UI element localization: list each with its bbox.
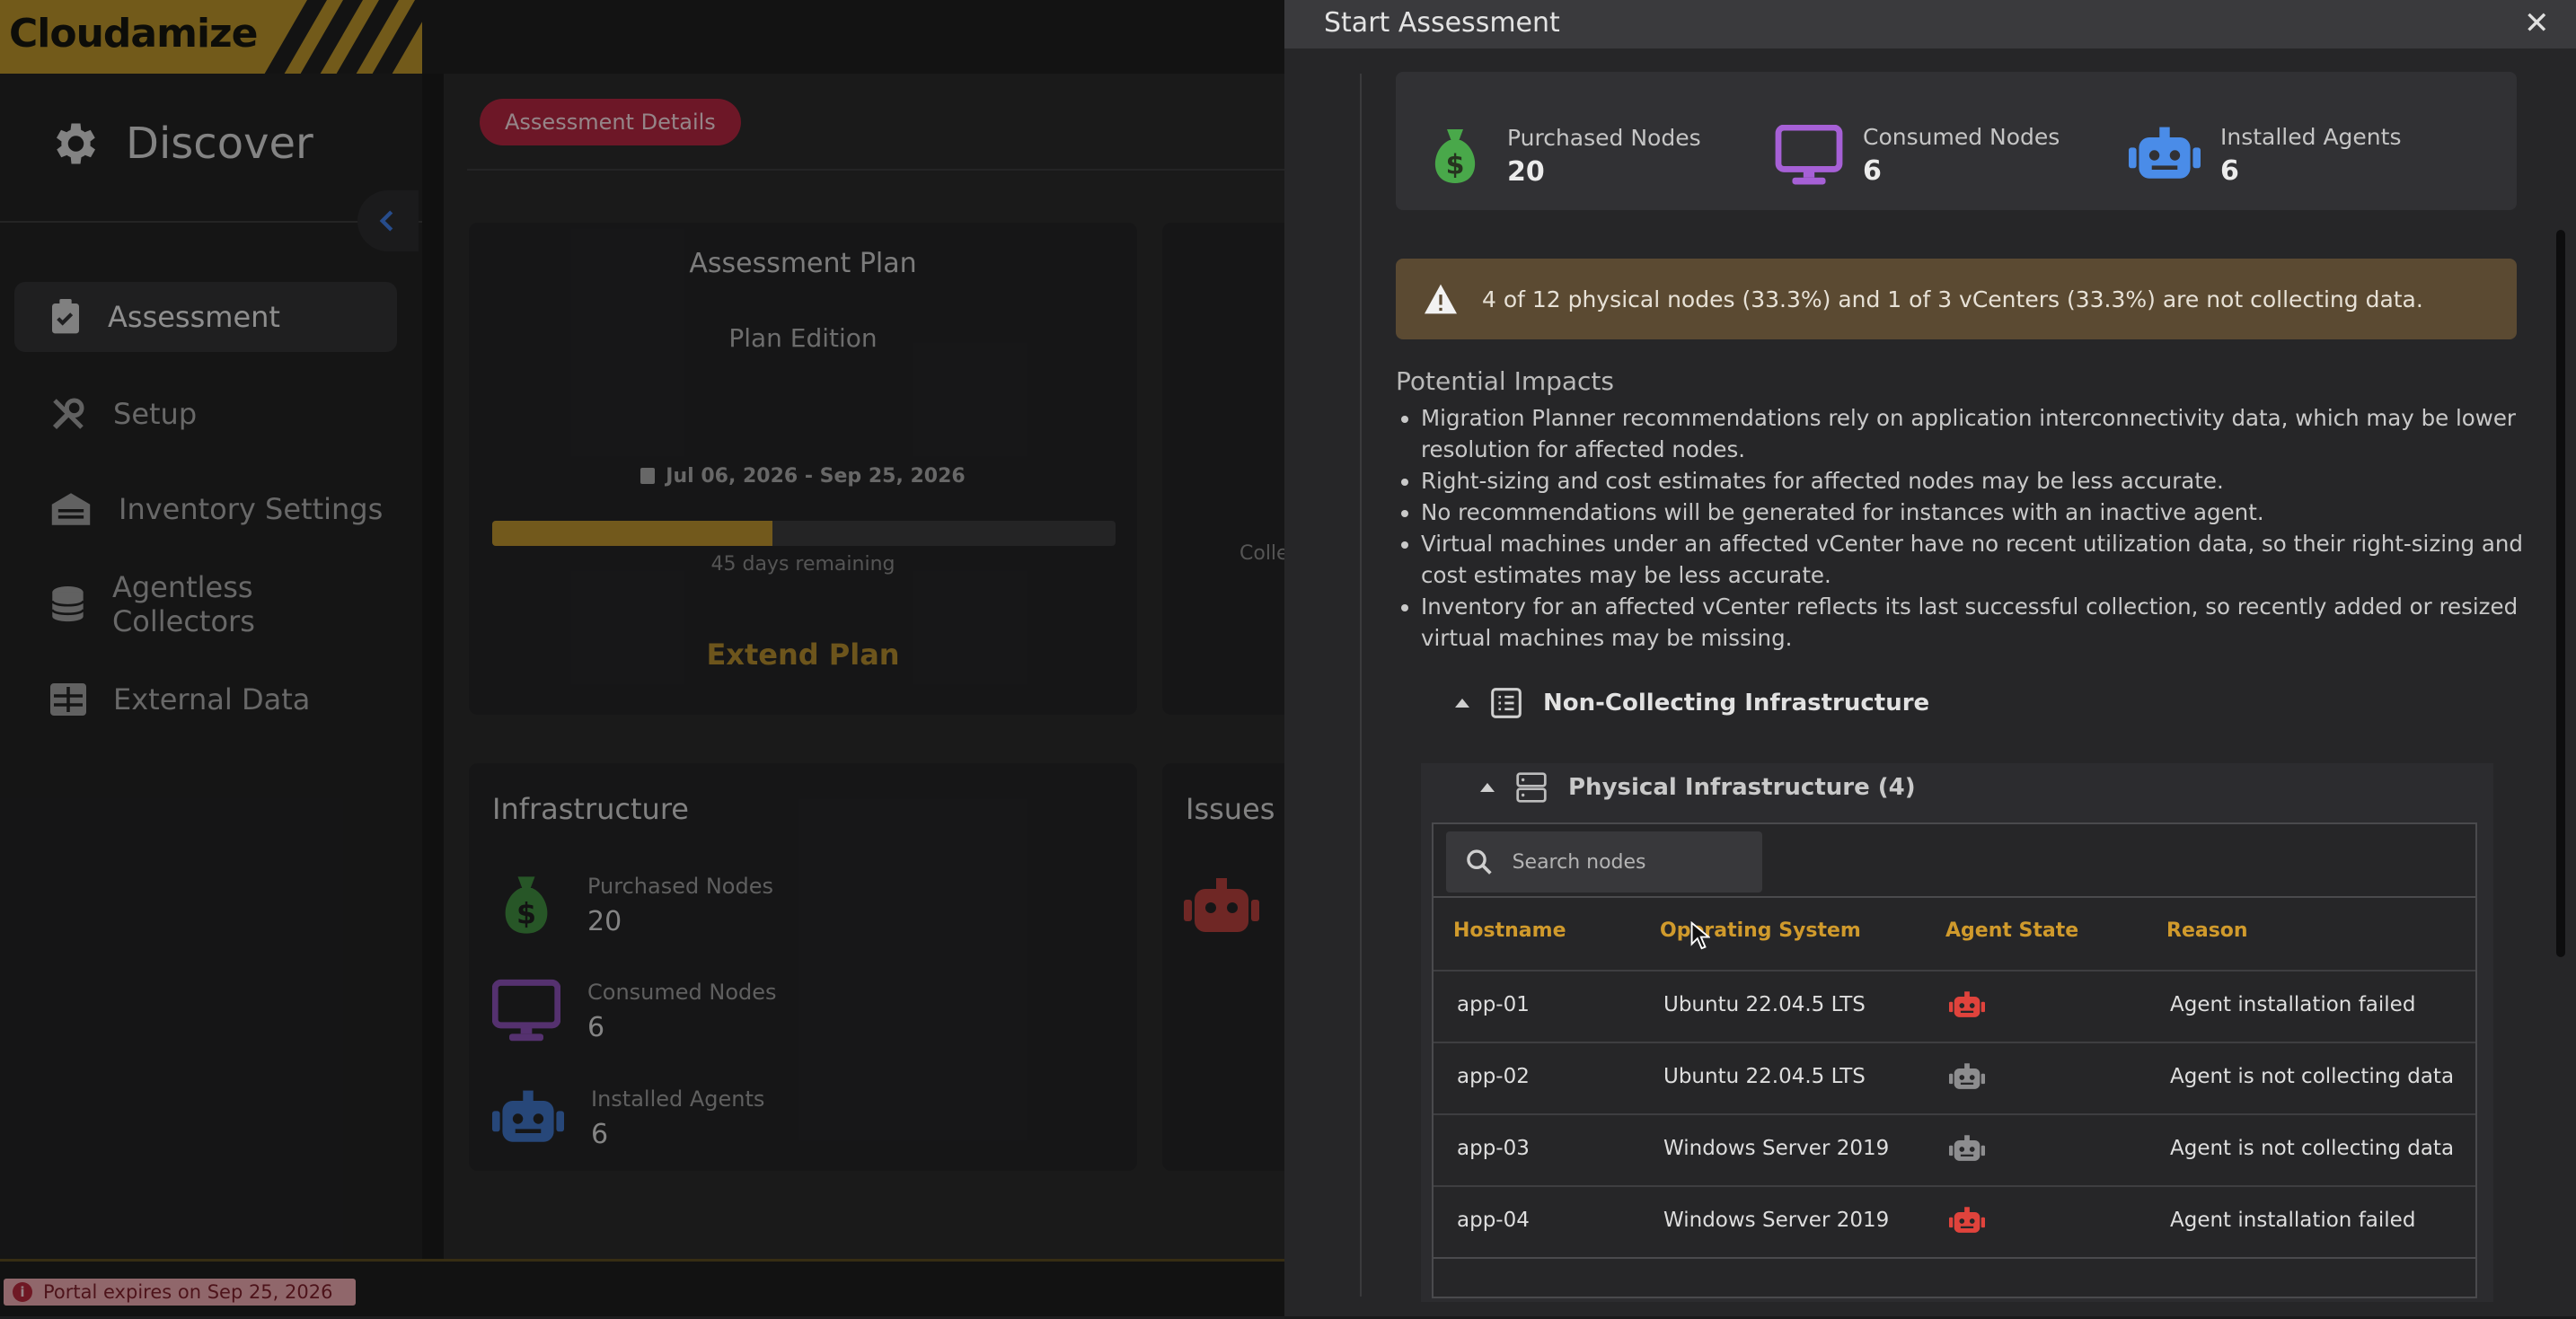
search-nodes-input[interactable] [1510,849,1762,875]
stat-label: Installed Agents [2220,124,2402,150]
non-collecting-toggle[interactable]: Non-Collecting Infrastructure [1455,688,1929,718]
non-collecting-label: Non-Collecting Infrastructure [1543,690,1930,717]
stat-label: Purchased Nodes [1507,125,1701,151]
impact-item: Inventory for an affected vCenter reflec… [1421,591,2545,654]
os-cell: Windows Server 2019 [1663,1209,1890,1232]
reason-cell: Agent installation failed [2170,993,2416,1016]
mouse-cursor-icon [1690,921,1710,950]
physical-infrastructure-toggle[interactable]: Physical Infrastructure (4) [1480,772,1916,803]
column-header-agent-state[interactable]: Agent State [1945,919,2078,942]
robot-icon [1949,1061,1985,1099]
svg-text:$: $ [1446,150,1465,181]
column-header-hostname[interactable]: Hostname [1453,919,1566,942]
caret-up-icon [1480,783,1495,792]
modal-stat-consumed-nodes: Consumed Nodes 6 [1775,124,2060,187]
impact-item: No recommendations will be generated for… [1421,497,2545,528]
reason-cell: Agent is not collecting data [2170,1065,2455,1088]
modal-stat-installed-agents: Installed Agents 6 [2129,124,2401,187]
impacts-list: Migration Planner recommendations rely o… [1396,402,2545,654]
hostname-cell: app-03 [1457,1137,1530,1160]
search-nodes-field[interactable] [1446,831,1762,893]
robot-icon [1949,1133,1985,1171]
impact-item: Virtual machines under an affected vCent… [1421,528,2545,591]
modal-body-border [1360,74,1362,1297]
os-cell: Ubuntu 22.04.5 LTS [1663,1065,1866,1088]
stat-value: 6 [1863,155,1882,187]
os-cell: Ubuntu 22.04.5 LTS [1663,993,1866,1016]
impact-item: Migration Planner recommendations rely o… [1421,402,2545,465]
monitor-icon [1775,125,1843,185]
reason-cell: Agent is not collecting data [2170,1137,2455,1160]
warning-text: 4 of 12 physical nodes (33.3%) and 1 of … [1482,286,2423,312]
caret-up-icon [1455,699,1469,708]
server-icon [1516,772,1547,803]
modal-scrollbar[interactable] [2556,230,2565,957]
modal-stat-purchased-nodes: $ Purchased Nodes 20 [1423,124,1701,189]
robot-icon [1949,989,1985,1027]
stat-value: 6 [2220,155,2239,187]
warning-icon [1425,284,1457,314]
hostname-cell: app-02 [1457,1065,1530,1088]
modal-title: Start Assessment [1324,7,1560,39]
stat-value: 20 [1507,156,1545,188]
stat-label: Consumed Nodes [1863,124,2060,150]
table-row[interactable]: app-01 Ubuntu 22.04.5 LTS Agent installa… [1434,970,2475,1043]
os-cell: Windows Server 2019 [1663,1137,1890,1160]
search-icon [1467,849,1492,875]
close-icon[interactable]: ✕ [2524,5,2550,41]
table-row[interactable]: app-04 Windows Server 2019 Agent install… [1434,1185,2475,1259]
table-row[interactable]: app-03 Windows Server 2019 Agent is not … [1434,1113,2475,1187]
reason-cell: Agent installation failed [2170,1209,2416,1232]
impacts-title: Potential Impacts [1396,366,1614,396]
impact-item: Right-sizing and cost estimates for affe… [1421,465,2545,497]
physical-infrastructure-label: Physical Infrastructure (4) [1568,774,1916,801]
column-header-reason[interactable]: Reason [2166,919,2248,942]
money-bag-icon: $ [1434,129,1476,183]
warning-banner: 4 of 12 physical nodes (33.3%) and 1 of … [1396,259,2517,339]
table-row[interactable]: app-02 Ubuntu 22.04.5 LTS Agent is not c… [1434,1042,2475,1115]
table-bottom-border [1434,1257,2475,1259]
table-toolbar-divider [1434,896,2475,898]
hostname-cell: app-04 [1457,1209,1530,1232]
hostname-cell: app-01 [1457,993,1530,1016]
list-icon [1491,688,1522,718]
modal-backdrop[interactable] [0,0,1284,1316]
robot-icon [2129,127,2201,179]
robot-icon [1949,1205,1985,1243]
